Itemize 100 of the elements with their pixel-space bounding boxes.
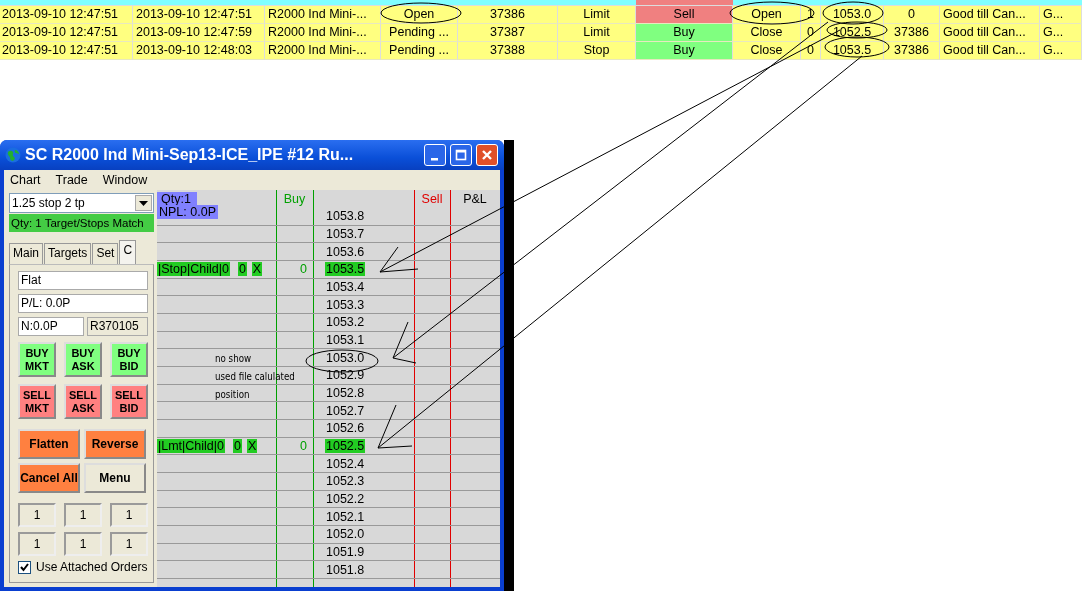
- price-label[interactable]: 1052.7: [325, 403, 366, 418]
- table-cell: Close: [733, 42, 801, 59]
- table-cell: 0: [801, 24, 821, 41]
- menu-item[interactable]: Chart: [10, 172, 41, 187]
- table-cell: R2000 Ind Mini-...: [265, 24, 381, 41]
- close-icon: [481, 149, 493, 161]
- minimize-icon: [431, 158, 438, 161]
- price-label[interactable]: 1052.6: [325, 421, 366, 436]
- tab[interactable]: Targets: [44, 243, 92, 264]
- table-cell: Good till Can...: [940, 42, 1040, 59]
- trade-button[interactable]: SELL BID: [110, 384, 148, 419]
- price-label[interactable]: 1052.5: [325, 439, 366, 454]
- table-cell: G...: [1040, 24, 1082, 41]
- price-label[interactable]: 1053.1: [325, 333, 366, 348]
- status-label: Qty: 1 Target/Stops Match: [9, 214, 154, 232]
- ellipse-mark: [822, 1, 884, 25]
- minimize-button[interactable]: [424, 144, 446, 167]
- table-cell: 37387: [458, 24, 558, 41]
- price-label[interactable]: 1052.2: [325, 492, 366, 507]
- table-cell: 2013-09-10 12:48:03: [133, 42, 265, 59]
- close-button[interactable]: [476, 144, 498, 167]
- action-button[interactable]: Reverse: [84, 429, 146, 459]
- price-label[interactable]: 1053.7: [325, 227, 366, 241]
- trade-button[interactable]: BUY ASK: [64, 342, 102, 377]
- action-button[interactable]: Menu: [84, 463, 146, 493]
- note-text: no show: [215, 351, 253, 367]
- order-label: 0: [233, 439, 242, 454]
- price-label[interactable]: 1052.4: [325, 456, 366, 471]
- table-cell: 2013-09-10 12:47:51: [0, 42, 133, 59]
- quantity-field[interactable]: 1: [64, 532, 102, 556]
- trade-button[interactable]: SELL ASK: [64, 384, 102, 419]
- table-cell: Close: [733, 24, 801, 41]
- table-cell: G...: [1040, 42, 1082, 59]
- table-cell: Buy: [636, 42, 733, 59]
- quantity-field[interactable]: 1: [18, 532, 56, 556]
- caret-icon: [139, 200, 148, 206]
- globe-icon: [5, 147, 21, 164]
- net-field: N:0.0P: [18, 317, 84, 336]
- column-header: Sell: [420, 191, 444, 208]
- quantity-field[interactable]: 1: [64, 503, 102, 527]
- column-header: P&L: [462, 191, 488, 208]
- table-cell: Sell: [636, 6, 733, 23]
- price-label[interactable]: 1053.2: [325, 315, 366, 330]
- table-cell: 0: [884, 6, 940, 23]
- quantity-field[interactable]: 1: [110, 532, 148, 556]
- menu-item[interactable]: Window: [102, 172, 148, 187]
- order-label: |Stop|Child|0: [157, 262, 230, 277]
- price-label[interactable]: 1052.8: [325, 386, 366, 401]
- table-cell: 1053.5: [821, 42, 884, 59]
- price-label[interactable]: 1052.1: [325, 509, 366, 524]
- price-label[interactable]: 1052.9: [325, 368, 366, 383]
- price-label[interactable]: 1053.8: [325, 209, 366, 224]
- table-cell: R2000 Ind Mini-...: [265, 42, 381, 59]
- price-label[interactable]: 1053.5: [325, 262, 366, 277]
- ellipse-mark: [826, 21, 888, 39]
- price-label[interactable]: 1051.9: [325, 545, 366, 560]
- table-cell: 37386: [458, 6, 558, 23]
- price-label[interactable]: 1052.0: [325, 527, 366, 542]
- price-label[interactable]: 1053.0: [325, 350, 366, 365]
- table-cell: 0: [801, 42, 821, 59]
- cancel-button[interactable]: X: [246, 439, 258, 454]
- window-title: SC R2000 Ind Mini-Sep13-ICE_IPE #12 Ru...: [25, 146, 355, 165]
- price-label[interactable]: 1053.4: [325, 280, 366, 294]
- tab[interactable]: Main: [9, 243, 43, 264]
- order-label: |Lmt|Child|0: [157, 439, 225, 454]
- table-cell: Open: [381, 6, 458, 23]
- price-label[interactable]: 1052.3: [325, 474, 366, 489]
- table-cell: 37386: [884, 42, 940, 59]
- checkbox[interactable]: [18, 560, 31, 574]
- trade-button[interactable]: BUY BID: [110, 342, 148, 377]
- note-text: position: [215, 387, 251, 403]
- table-cell: 2013-09-10 12:47:59: [133, 24, 265, 41]
- maximize-button[interactable]: [450, 144, 472, 167]
- preset-dropdown[interactable]: 1.25 stop 2 tp: [9, 193, 154, 213]
- quantity-field[interactable]: 1: [18, 503, 56, 527]
- action-button[interactable]: Cancel All: [18, 463, 80, 493]
- maximize-icon: [455, 149, 467, 161]
- table-cell: 2013-09-10 12:47:51: [0, 6, 133, 23]
- npl-label: NPL: 0.0P: [157, 205, 218, 219]
- price-label[interactable]: 1053.3: [325, 297, 366, 312]
- buy-quantity: 0: [300, 439, 307, 454]
- table-cell: 37386: [884, 24, 940, 41]
- menu-item[interactable]: Trade: [55, 172, 88, 187]
- price-label[interactable]: 1051.8: [325, 562, 366, 577]
- table-cell: 1052.5: [821, 24, 884, 41]
- cancel-button[interactable]: X: [251, 262, 263, 277]
- pl-field: P/L: 0.0P: [18, 294, 148, 313]
- trade-button[interactable]: SELL MKT: [18, 384, 56, 419]
- trade-button[interactable]: BUY MKT: [18, 342, 56, 377]
- quantity-field[interactable]: 1: [110, 503, 148, 527]
- table-cell: 37388: [458, 42, 558, 59]
- tab[interactable]: C: [119, 240, 137, 264]
- column-header: Buy: [282, 191, 307, 208]
- table-cell: Good till Can...: [940, 6, 1040, 23]
- tab[interactable]: Set: [92, 243, 119, 264]
- action-button[interactable]: Flatten: [18, 429, 80, 459]
- table-cell: Pending ...: [381, 42, 458, 59]
- price-label[interactable]: 1053.6: [325, 244, 366, 259]
- table-cell: Open: [733, 6, 801, 23]
- buy-quantity: 0: [300, 262, 307, 277]
